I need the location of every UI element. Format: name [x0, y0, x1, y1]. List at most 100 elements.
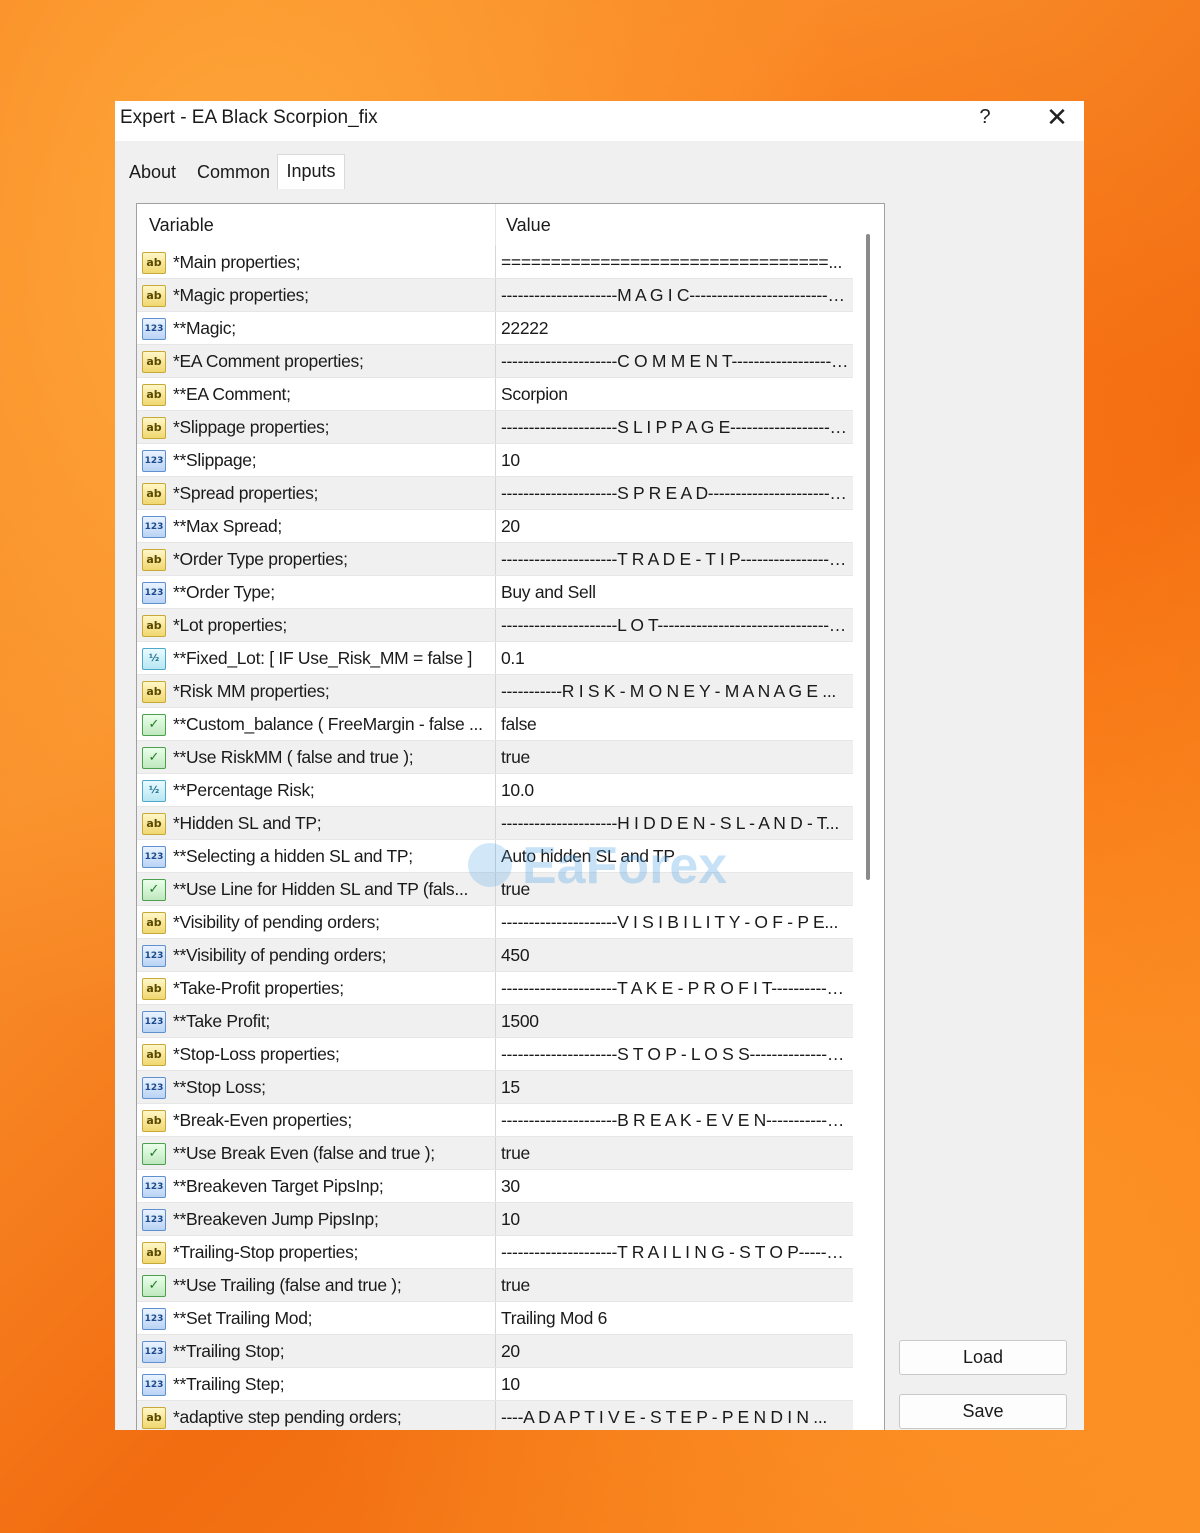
double-type-icon: ½: [142, 780, 166, 802]
table-row[interactable]: ab *Order Type properties; ---------------…: [137, 543, 853, 576]
table-row[interactable]: ✓ **Use Break Even (false and true ); true: [137, 1137, 853, 1170]
table-row[interactable]: ab *Visibility of pending orders; --------…: [137, 906, 853, 939]
variable-value[interactable]: 450: [501, 939, 849, 971]
variable-name: **Stop Loss;: [173, 1077, 266, 1097]
variable-value[interactable]: true: [501, 1137, 849, 1169]
table-row[interactable]: ½ **Percentage Risk; 10.0: [137, 774, 853, 807]
variable-value[interactable]: 15: [501, 1071, 849, 1103]
variable-name: **Selecting a hidden SL and TP;: [173, 846, 413, 866]
table-body: ab *Main properties; =====================…: [137, 246, 853, 1430]
table-row[interactable]: ab *Slippage properties; -----------------…: [137, 411, 853, 444]
variable-value[interactable]: ---------------------M A G I C----------…: [501, 279, 849, 311]
variable-value[interactable]: 10: [501, 444, 849, 476]
variable-value[interactable]: =================================...: [501, 246, 849, 278]
variable-value[interactable]: true: [501, 873, 849, 905]
table-row[interactable]: 123 **Slippage; 10: [137, 444, 853, 477]
table-row[interactable]: 123 **Order Type; Buy and Sell: [137, 576, 853, 609]
table-row[interactable]: 123 **Trailing Step; 10: [137, 1368, 853, 1401]
help-button[interactable]: ?: [967, 101, 1003, 135]
variable-value[interactable]: ---------------------C O M M E N T------…: [501, 345, 849, 377]
variable-value[interactable]: ----A D A P T I V E - S T E P - P E N D …: [501, 1401, 849, 1430]
table-row[interactable]: ab *Break-Even properties; ---------------…: [137, 1104, 853, 1137]
variable-value[interactable]: ---------------------H I D D E N - S L -…: [501, 807, 849, 839]
variable-value[interactable]: 10: [501, 1368, 849, 1400]
table-row[interactable]: ab *EA Comment properties; ---------------…: [137, 345, 853, 378]
variable-value[interactable]: false: [501, 708, 849, 740]
variable-value[interactable]: 1500: [501, 1005, 849, 1037]
table-row[interactable]: ab *Trailing-Stop properties; ------------…: [137, 1236, 853, 1269]
table-row[interactable]: ✓ **Custom_balance ( FreeMargin - false .…: [137, 708, 853, 741]
table-row[interactable]: 123 **Breakeven Target PipsInp; 30: [137, 1170, 853, 1203]
table-row[interactable]: 123 **Selecting a hidden SL and TP; Auto h…: [137, 840, 853, 873]
variable-value[interactable]: ---------------------T R A D E - T I P--…: [501, 543, 849, 575]
table-row[interactable]: ab *Stop-Loss properties; ----------------…: [137, 1038, 853, 1071]
string-type-icon: ab: [142, 1110, 166, 1132]
table-row[interactable]: ab *Magic properties; --------------------…: [137, 279, 853, 312]
variable-value[interactable]: Auto hidden SL and TP: [501, 840, 849, 872]
variable-name: *Risk MM properties;: [173, 681, 330, 701]
variable-value[interactable]: 10.0: [501, 774, 849, 806]
table-row[interactable]: 123 **Magic; 22222: [137, 312, 853, 345]
variable-name: **Use Trailing (false and true );: [173, 1275, 402, 1295]
cell-divider: [495, 807, 496, 839]
variable-name: *adaptive step pending orders;: [173, 1407, 402, 1427]
variable-name: *Slippage properties;: [173, 417, 330, 437]
table-row[interactable]: ab *Main properties; =====================…: [137, 246, 853, 279]
table-row[interactable]: ab *Take-Profit properties; --------------…: [137, 972, 853, 1005]
variable-value[interactable]: ---------------------V I S I B I L I T Y…: [501, 906, 849, 938]
table-row[interactable]: 123 **Trailing Stop; 20: [137, 1335, 853, 1368]
variable-value[interactable]: ---------------------L O T--------------…: [501, 609, 849, 641]
table-row[interactable]: ab *adaptive step pending orders; ----A D …: [137, 1401, 853, 1430]
close-button[interactable]: ✕: [1039, 101, 1075, 135]
variable-value[interactable]: 0.1: [501, 642, 849, 674]
table-row[interactable]: ab **EA Comment; Scorpion: [137, 378, 853, 411]
table-row[interactable]: ab *Hidden SL and TP; --------------------…: [137, 807, 853, 840]
variable-value[interactable]: ---------------------T R A I L I N G - S…: [501, 1236, 849, 1268]
variable-value[interactable]: 22222: [501, 312, 849, 344]
variable-value[interactable]: ---------------------S P R E A D--------…: [501, 477, 849, 509]
table-row[interactable]: ab *Spread properties; -------------------…: [137, 477, 853, 510]
variable-value[interactable]: 20: [501, 510, 849, 542]
table-row[interactable]: 123 **Set Trailing Mod; Trailing Mod 6: [137, 1302, 853, 1335]
variable-value[interactable]: 30: [501, 1170, 849, 1202]
column-header-variable[interactable]: Variable: [149, 204, 214, 246]
table-row[interactable]: ab *Risk MM properties; -----------R I S K…: [137, 675, 853, 708]
scrollbar-thumb[interactable]: [866, 234, 870, 880]
table-row[interactable]: ab *Lot properties; ---------------------L…: [137, 609, 853, 642]
column-header-value[interactable]: Value: [506, 204, 551, 246]
table-row[interactable]: ✓ **Use Trailing (false and true ); true: [137, 1269, 853, 1302]
table-row[interactable]: 123 **Max Spread; 20: [137, 510, 853, 543]
table-row[interactable]: ✓ **Use RiskMM ( false and true ); true: [137, 741, 853, 774]
save-button[interactable]: Save: [899, 1394, 1067, 1429]
variable-value[interactable]: 10: [501, 1203, 849, 1235]
variable-value[interactable]: Scorpion: [501, 378, 849, 410]
variable-value[interactable]: ---------------------B R E A K - E V E N…: [501, 1104, 849, 1136]
cell-divider: [495, 1236, 496, 1268]
table-row[interactable]: 123 **Breakeven Jump PipsInp; 10: [137, 1203, 853, 1236]
variable-value[interactable]: true: [501, 741, 849, 773]
variable-name: **Breakeven Target PipsInp;: [173, 1176, 384, 1196]
variable-value[interactable]: -----------R I S K - M O N E Y - M A N A…: [501, 675, 849, 707]
variable-value[interactable]: ---------------------T A K E - P R O F I…: [501, 972, 849, 1004]
table-row[interactable]: 123 **Visibility of pending orders; 450: [137, 939, 853, 972]
variable-name: **Use Line for Hidden SL and TP (fals...: [173, 879, 469, 899]
variable-value[interactable]: ---------------------S L I P P A G E----…: [501, 411, 849, 443]
tab-inputs[interactable]: Inputs: [277, 154, 345, 191]
table-row[interactable]: ½ **Fixed_Lot: [ IF Use_Risk_MM = false ]…: [137, 642, 853, 675]
variable-name: **EA Comment;: [173, 384, 291, 404]
variable-value[interactable]: 20: [501, 1335, 849, 1367]
variable-value[interactable]: true: [501, 1269, 849, 1301]
vertical-scrollbar[interactable]: [853, 204, 884, 1430]
variable-value[interactable]: Trailing Mod 6: [501, 1302, 849, 1334]
tab-bar: About Common Inputs: [115, 141, 1084, 191]
load-button[interactable]: Load: [899, 1340, 1067, 1375]
tab-about[interactable]: About: [123, 157, 182, 187]
table-row[interactable]: 123 **Stop Loss; 15: [137, 1071, 853, 1104]
variable-value[interactable]: ---------------------S T O P - L O S S--…: [501, 1038, 849, 1070]
table-row[interactable]: 123 **Take Profit; 1500: [137, 1005, 853, 1038]
tab-common[interactable]: Common: [191, 157, 276, 187]
column-divider[interactable]: [495, 204, 496, 246]
table-row[interactable]: ✓ **Use Line for Hidden SL and TP (fals..…: [137, 873, 853, 906]
variable-value[interactable]: Buy and Sell: [501, 576, 849, 608]
variable-name: **Fixed_Lot: [ IF Use_Risk_MM = false ]: [173, 648, 473, 668]
